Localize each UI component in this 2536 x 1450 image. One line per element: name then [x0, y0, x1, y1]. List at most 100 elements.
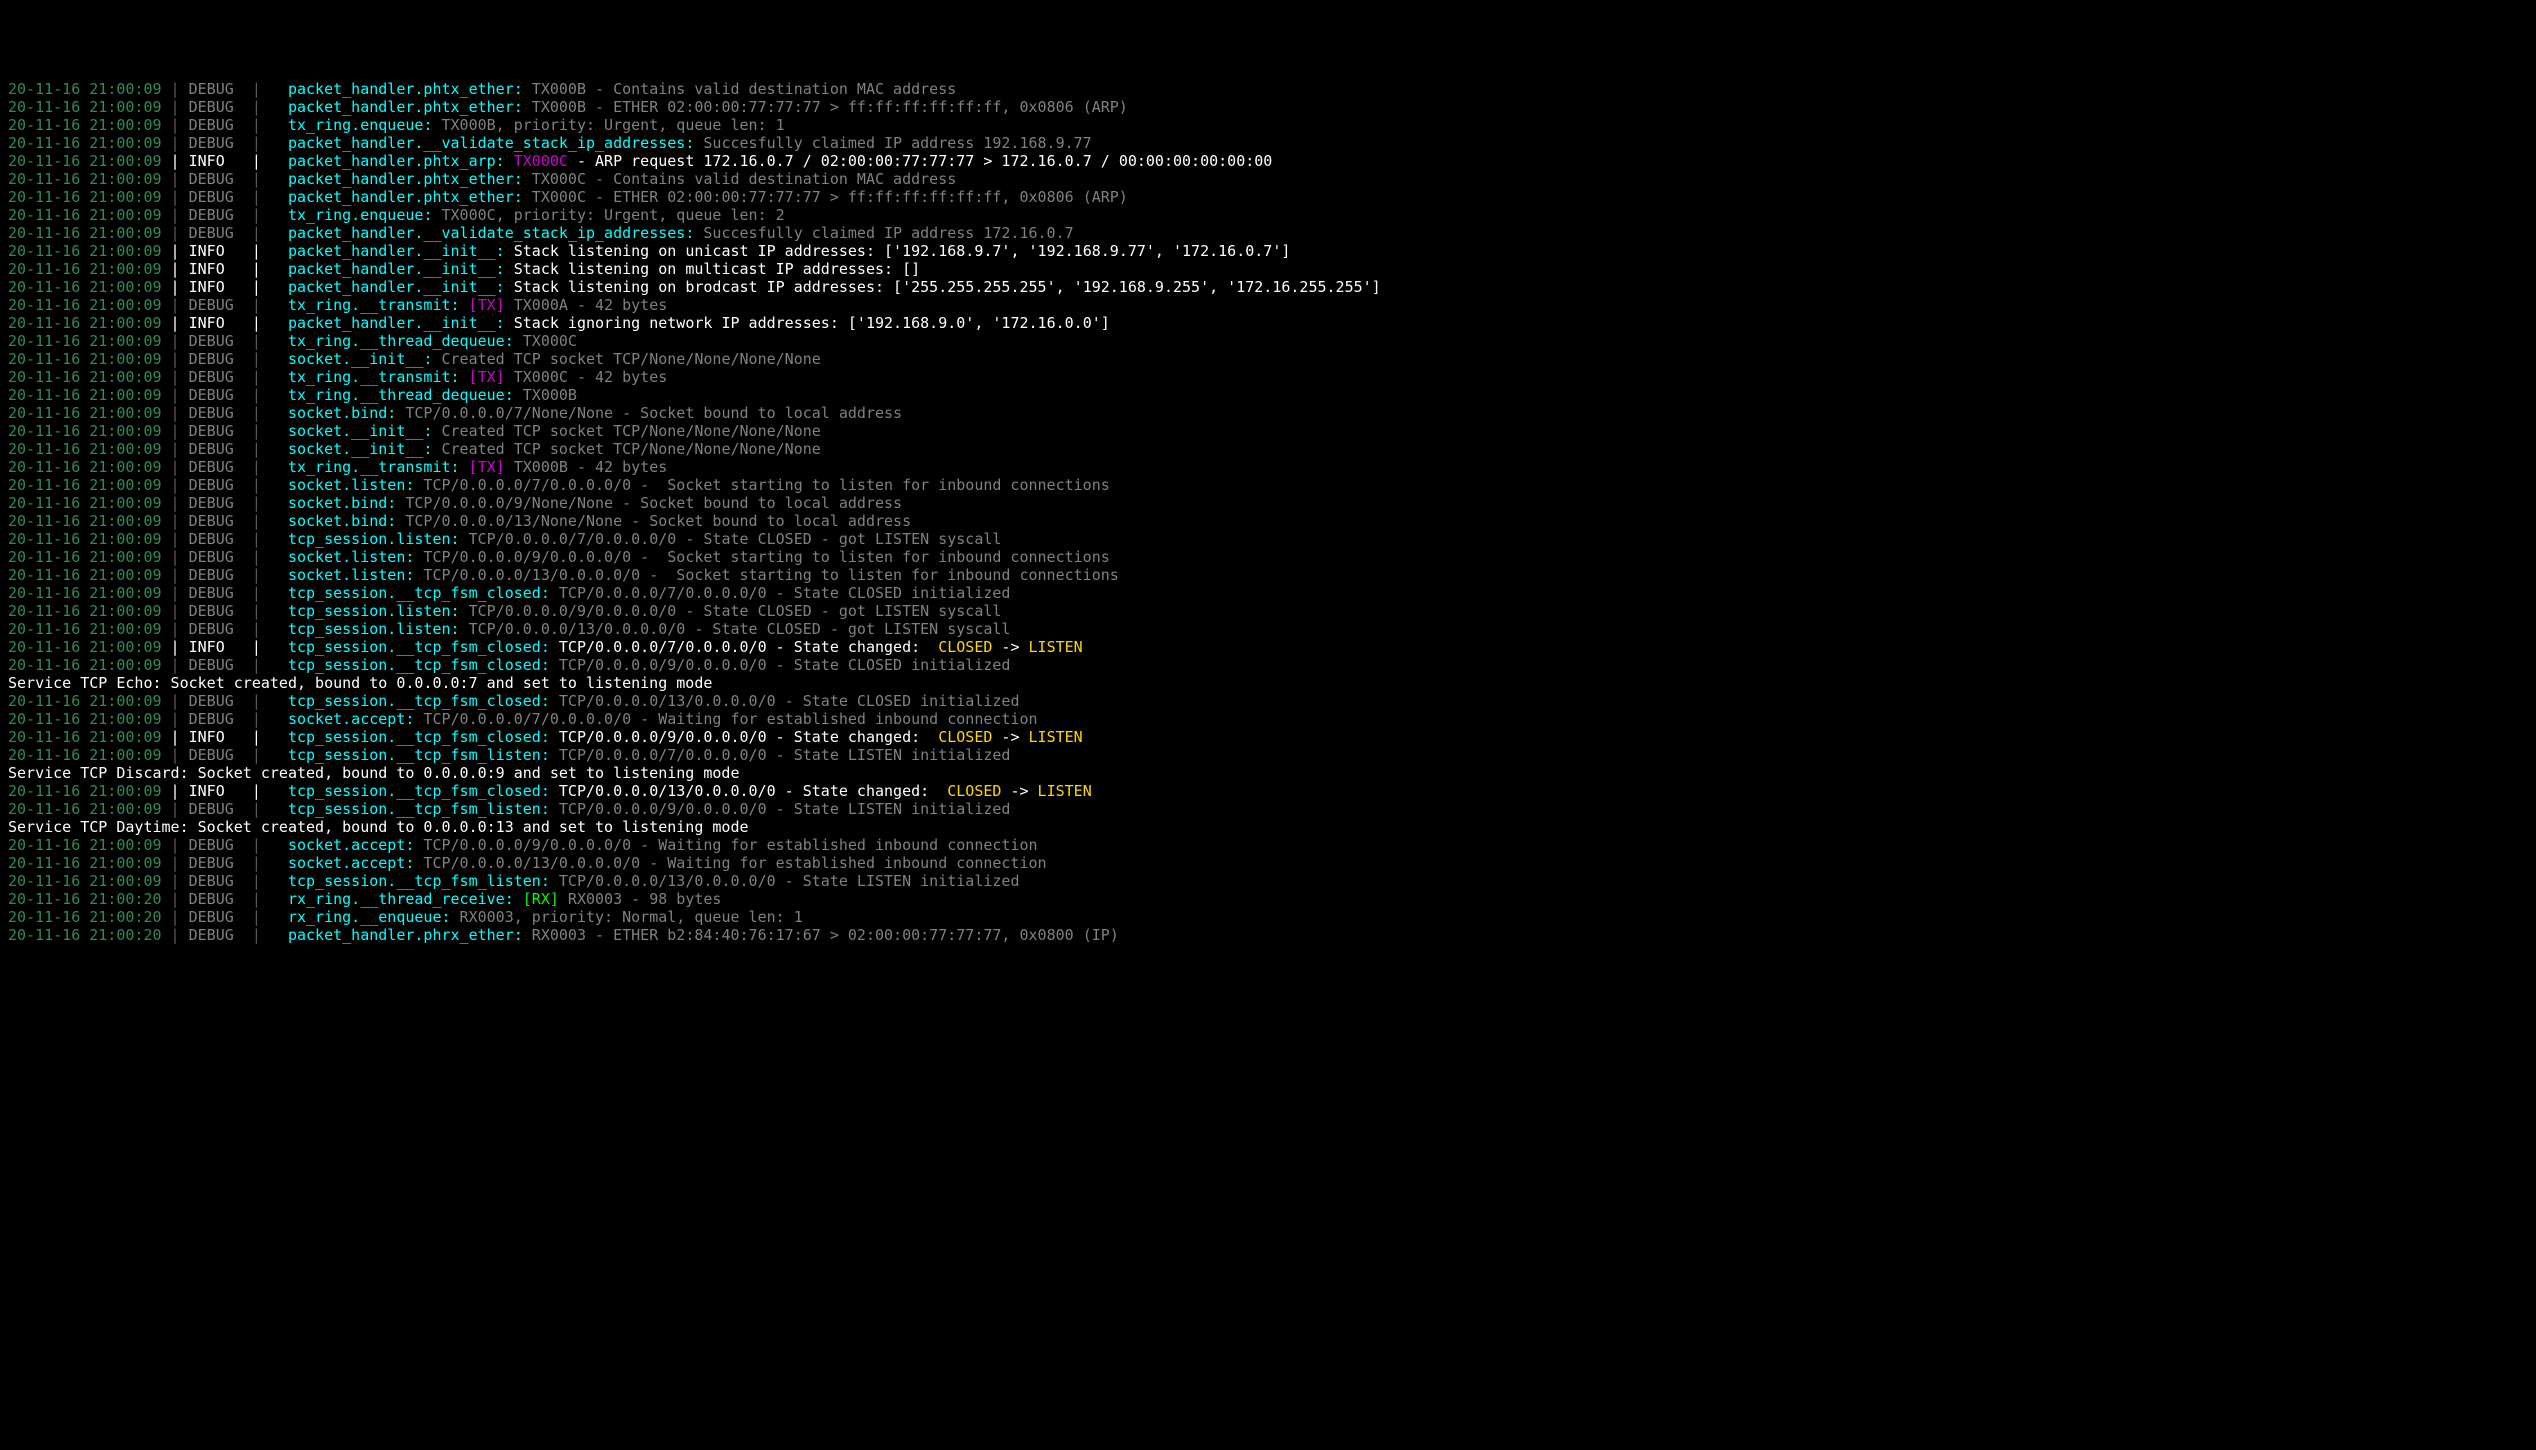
timestamp: 20-11-16 21:00:09: [8, 422, 162, 440]
log-level: DEBUG: [189, 368, 243, 386]
log-source: tcp_session.__tcp_fsm_closed:: [288, 692, 550, 710]
log-source: socket.accept:: [288, 854, 414, 872]
timestamp: 20-11-16 21:00:09: [8, 296, 162, 314]
separator: |: [162, 908, 189, 926]
timestamp: 20-11-16 21:00:09: [8, 170, 162, 188]
log-message: ->: [1001, 728, 1028, 746]
separator: |: [243, 512, 288, 530]
timestamp: 20-11-16 21:00:09: [8, 440, 162, 458]
log-message: ->: [1001, 638, 1028, 656]
log-message: TX000A - 42 bytes: [505, 296, 668, 314]
separator: |: [162, 710, 189, 728]
log-level: DEBUG: [189, 890, 243, 908]
log-level: INFO: [189, 278, 243, 296]
separator: |: [243, 242, 288, 260]
log-message: TCP/0.0.0.0/7/0.0.0.0/0 - State changed:: [550, 638, 929, 656]
log-message: LISTEN: [1029, 638, 1083, 656]
log-level: DEBUG: [189, 872, 243, 890]
log-line: 20-11-16 21:00:09 | DEBUG | socket.accep…: [8, 710, 2528, 728]
log-message: TX000C - 42 bytes: [505, 368, 668, 386]
timestamp: 20-11-16 21:00:09: [8, 800, 162, 818]
log-source: packet_handler.__init__:: [288, 260, 505, 278]
log-line: 20-11-16 21:00:09 | DEBUG | tcp_session.…: [8, 746, 2528, 764]
separator: |: [162, 314, 189, 332]
separator: |: [162, 188, 189, 206]
log-level: DEBUG: [189, 566, 243, 584]
separator: |: [243, 476, 288, 494]
log-level: DEBUG: [189, 224, 243, 242]
log-level: INFO: [189, 152, 243, 170]
timestamp: 20-11-16 21:00:09: [8, 512, 162, 530]
separator: |: [243, 566, 288, 584]
separator: |: [243, 782, 288, 800]
log-message: TCP/0.0.0.0/9/None/None - Socket bound t…: [396, 494, 902, 512]
timestamp: 20-11-16 21:00:20: [8, 926, 162, 944]
log-message: TCP/0.0.0.0/9/0.0.0.0/0 - State CLOSED -…: [460, 602, 1002, 620]
separator: |: [243, 530, 288, 548]
log-source: tx_ring.enqueue:: [288, 116, 433, 134]
log-line: 20-11-16 21:00:09 | INFO | packet_handle…: [8, 278, 2528, 296]
timestamp: 20-11-16 21:00:09: [8, 638, 162, 656]
log-message: TCP/0.0.0.0/13/0.0.0.0/0 - State CLOSED …: [460, 620, 1011, 638]
timestamp: 20-11-16 21:00:09: [8, 404, 162, 422]
log-source: tx_ring.__transmit:: [288, 296, 460, 314]
log-source: socket.listen:: [288, 548, 414, 566]
log-message: RX0003 - 98 bytes: [559, 890, 722, 908]
log-message: TCP/0.0.0.0/13/0.0.0.0/0 - State changed…: [550, 782, 938, 800]
separator: |: [162, 548, 189, 566]
separator: |: [243, 548, 288, 566]
separator: |: [243, 116, 288, 134]
log-line: 20-11-16 21:00:09 | DEBUG | tx_ring.__th…: [8, 386, 2528, 404]
log-message: TCP/0.0.0.0/13/0.0.0.0/0 - State CLOSED …: [550, 692, 1020, 710]
log-message: TCP/0.0.0.0/9/0.0.0.0/0 - State CLOSED i…: [550, 656, 1011, 674]
separator: |: [243, 872, 288, 890]
timestamp: 20-11-16 21:00:09: [8, 548, 162, 566]
log-level: DEBUG: [189, 494, 243, 512]
log-source: tcp_session.__tcp_fsm_listen:: [288, 746, 550, 764]
log-message: Succesfully claimed IP address 192.168.9…: [694, 134, 1091, 152]
log-message: Succesfully claimed IP address 172.16.0.…: [694, 224, 1073, 242]
separator: |: [243, 80, 288, 98]
log-source: tcp_session.__tcp_fsm_closed:: [288, 728, 550, 746]
log-source: tcp_session.__tcp_fsm_closed:: [288, 584, 550, 602]
separator: |: [243, 404, 288, 422]
log-source: socket.__init__:: [288, 422, 433, 440]
log-message: RX0003 - ETHER b2:84:40:76:17:67 > 02:00…: [523, 926, 1119, 944]
log-line: 20-11-16 21:00:09 | DEBUG | tx_ring.__tr…: [8, 296, 2528, 314]
log-level: DEBUG: [189, 296, 243, 314]
timestamp: 20-11-16 21:00:09: [8, 224, 162, 242]
log-source: socket.listen:: [288, 566, 414, 584]
timestamp: 20-11-16 21:00:09: [8, 602, 162, 620]
separator: |: [162, 278, 189, 296]
separator: |: [162, 854, 189, 872]
timestamp: 20-11-16 21:00:09: [8, 278, 162, 296]
log-source: tx_ring.__transmit:: [288, 368, 460, 386]
log-level: DEBUG: [189, 80, 243, 98]
log-source: socket.bind:: [288, 512, 396, 530]
log-source: tcp_session.__tcp_fsm_closed:: [288, 638, 550, 656]
log-level: DEBUG: [189, 620, 243, 638]
log-level: INFO: [189, 260, 243, 278]
log-level: DEBUG: [189, 458, 243, 476]
separator: |: [162, 368, 189, 386]
separator: |: [162, 224, 189, 242]
separator: |: [162, 584, 189, 602]
log-line: 20-11-16 21:00:09 | DEBUG | packet_handl…: [8, 224, 2528, 242]
log-line: 20-11-16 21:00:09 | DEBUG | tx_ring.__tr…: [8, 458, 2528, 476]
log-source: socket.listen:: [288, 476, 414, 494]
timestamp: 20-11-16 21:00:09: [8, 566, 162, 584]
separator: |: [162, 890, 189, 908]
log-line: 20-11-16 21:00:09 | INFO | packet_handle…: [8, 260, 2528, 278]
log-message: CLOSED: [929, 638, 1001, 656]
log-line: 20-11-16 21:00:09 | INFO | packet_handle…: [8, 314, 2528, 332]
log-level: DEBUG: [189, 926, 243, 944]
timestamp: 20-11-16 21:00:20: [8, 890, 162, 908]
log-level: DEBUG: [189, 836, 243, 854]
separator: |: [162, 350, 189, 368]
separator: |: [243, 710, 288, 728]
separator: |: [162, 566, 189, 584]
separator: |: [162, 170, 189, 188]
separator: |: [243, 656, 288, 674]
log-source: packet_handler.phtx_arp:: [288, 152, 505, 170]
log-source: packet_handler.phtx_ether:: [288, 98, 523, 116]
